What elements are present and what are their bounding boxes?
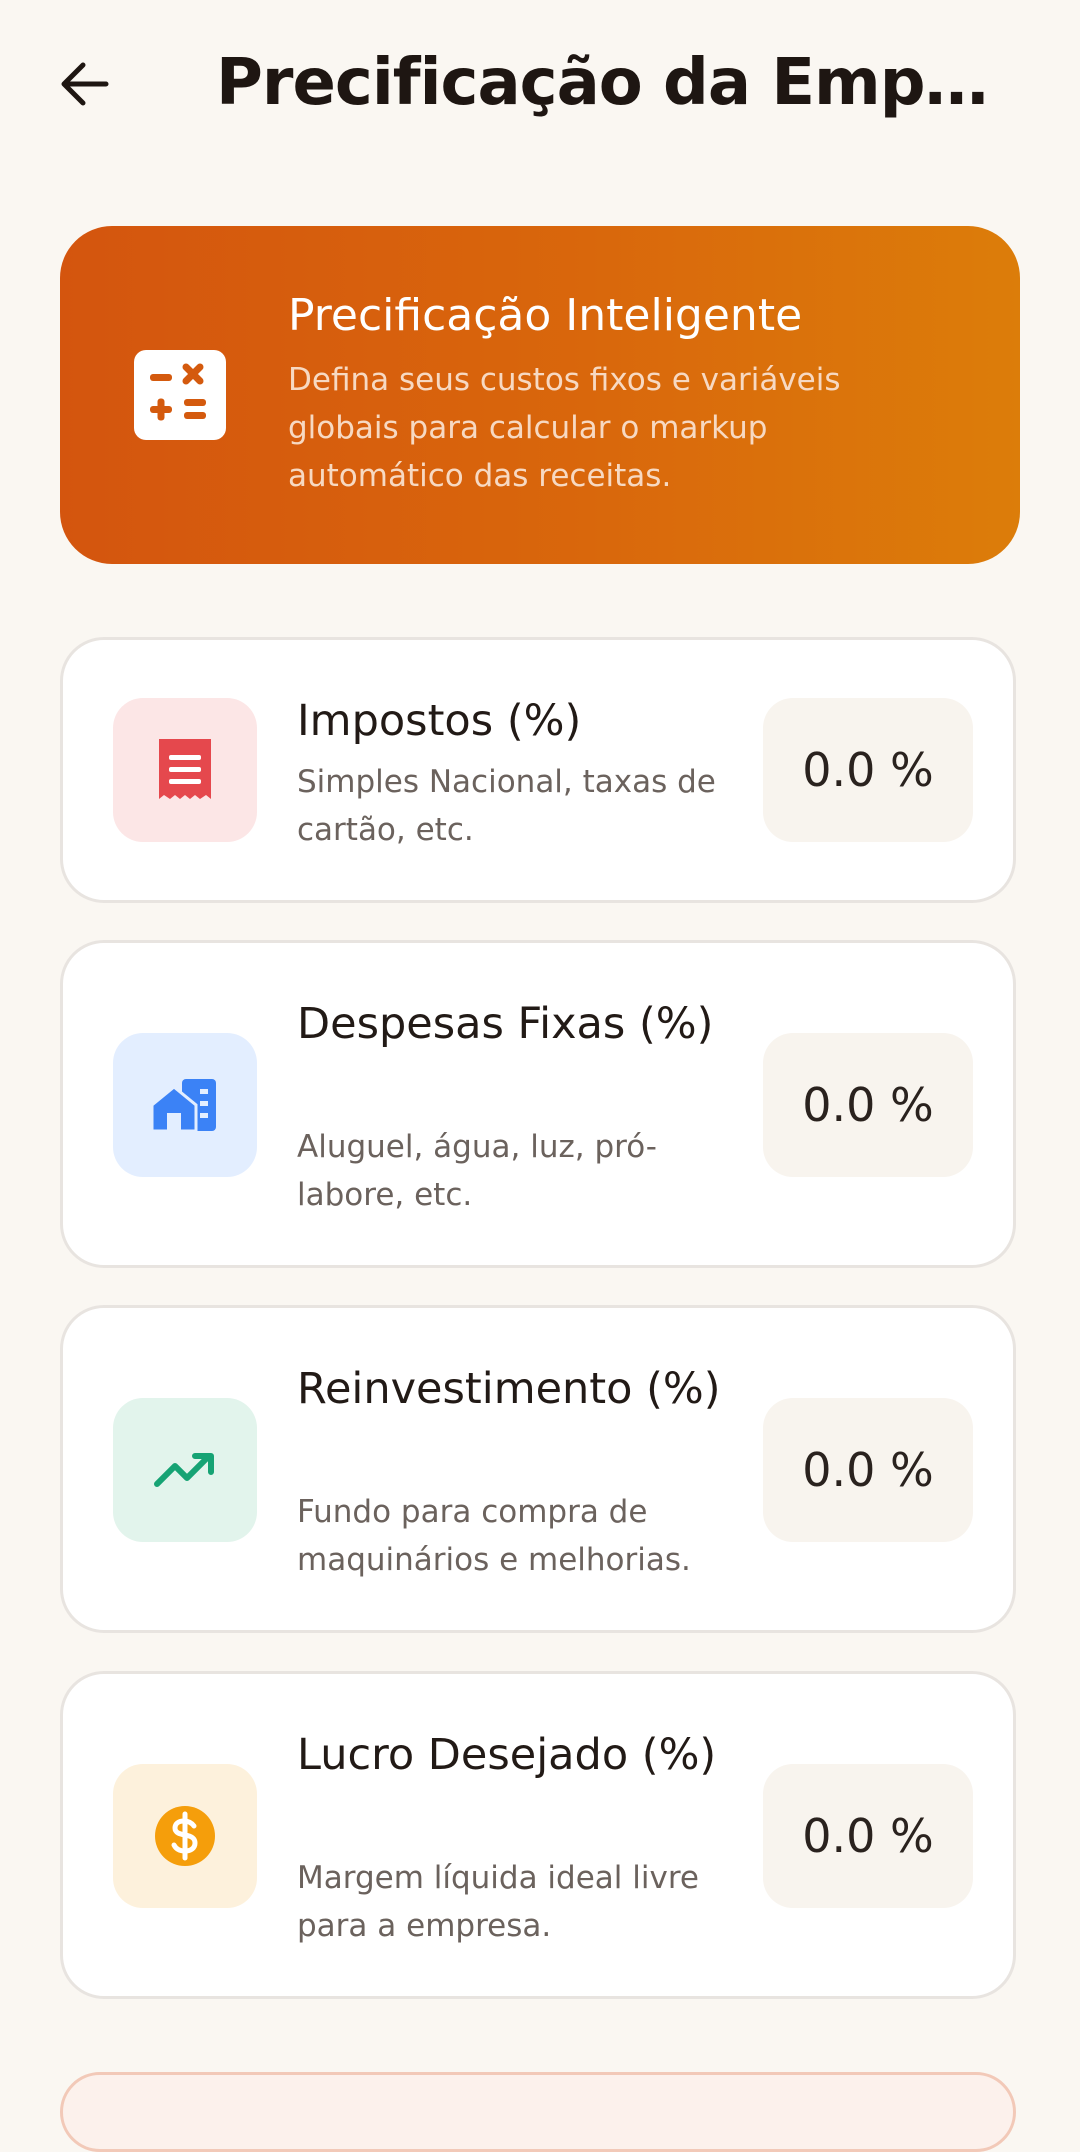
app-bar: Precificação da Empr… <box>0 0 1080 170</box>
back-button[interactable] <box>52 52 116 116</box>
banner-description: Defina seus custos fixos e variáveis glo… <box>288 362 841 494</box>
taxes-card: Impostos (%) Simples Nacional, taxas de … <box>60 637 1016 903</box>
fixed-expenses-card: Despesas Fixas (%) Aluguel, água, luz, p… <box>60 940 1016 1268</box>
fixed-expenses-description: Aluguel, água, luz, pró-labore, etc. <box>297 1129 657 1213</box>
page-title: Precificação da Empr… <box>216 46 1016 120</box>
desired-profit-value-input[interactable]: 0.0 % <box>763 1764 973 1908</box>
summary-card <box>60 2072 1016 2152</box>
desired-profit-description: Margem líquida ideal livre para a empres… <box>297 1860 699 1944</box>
taxes-value-input[interactable]: 0.0 % <box>763 698 973 842</box>
calculator-icon <box>134 350 226 440</box>
house-building-icon <box>150 1079 216 1133</box>
reinvestment-card: Reinvestimento (%) Fundo para compra de … <box>60 1305 1016 1633</box>
desired-profit-title: Lucro Desejado (%) <box>297 1730 717 1780</box>
reinvestment-description: Fundo para compra de maquinários e melho… <box>297 1494 691 1578</box>
smart-pricing-banner: Precificação Inteligente Defina seus cus… <box>60 226 1020 564</box>
taxes-description: Simples Nacional, taxas de cartão, etc. <box>297 764 716 848</box>
house-icon-box <box>113 1033 257 1177</box>
receipt-icon <box>159 739 211 799</box>
trending-up-icon <box>154 1453 214 1487</box>
arrow-left-icon <box>61 62 109 106</box>
fixed-expenses-value-input[interactable]: 0.0 % <box>763 1033 973 1177</box>
reinvestment-title: Reinvestimento (%) <box>297 1364 721 1414</box>
reinvestment-value-input[interactable]: 0.0 % <box>763 1398 973 1542</box>
banner-title: Precificação Inteligente <box>288 290 803 341</box>
dollar-icon-box <box>113 1764 257 1908</box>
trending-icon-box <box>113 1398 257 1542</box>
desired-profit-card: Lucro Desejado (%) Margem líquida ideal … <box>60 1671 1016 1999</box>
fixed-expenses-title: Despesas Fixas (%) <box>297 999 714 1049</box>
receipt-icon-box <box>113 698 257 842</box>
taxes-title: Impostos (%) <box>297 696 582 746</box>
dollar-coin-icon <box>155 1806 215 1866</box>
